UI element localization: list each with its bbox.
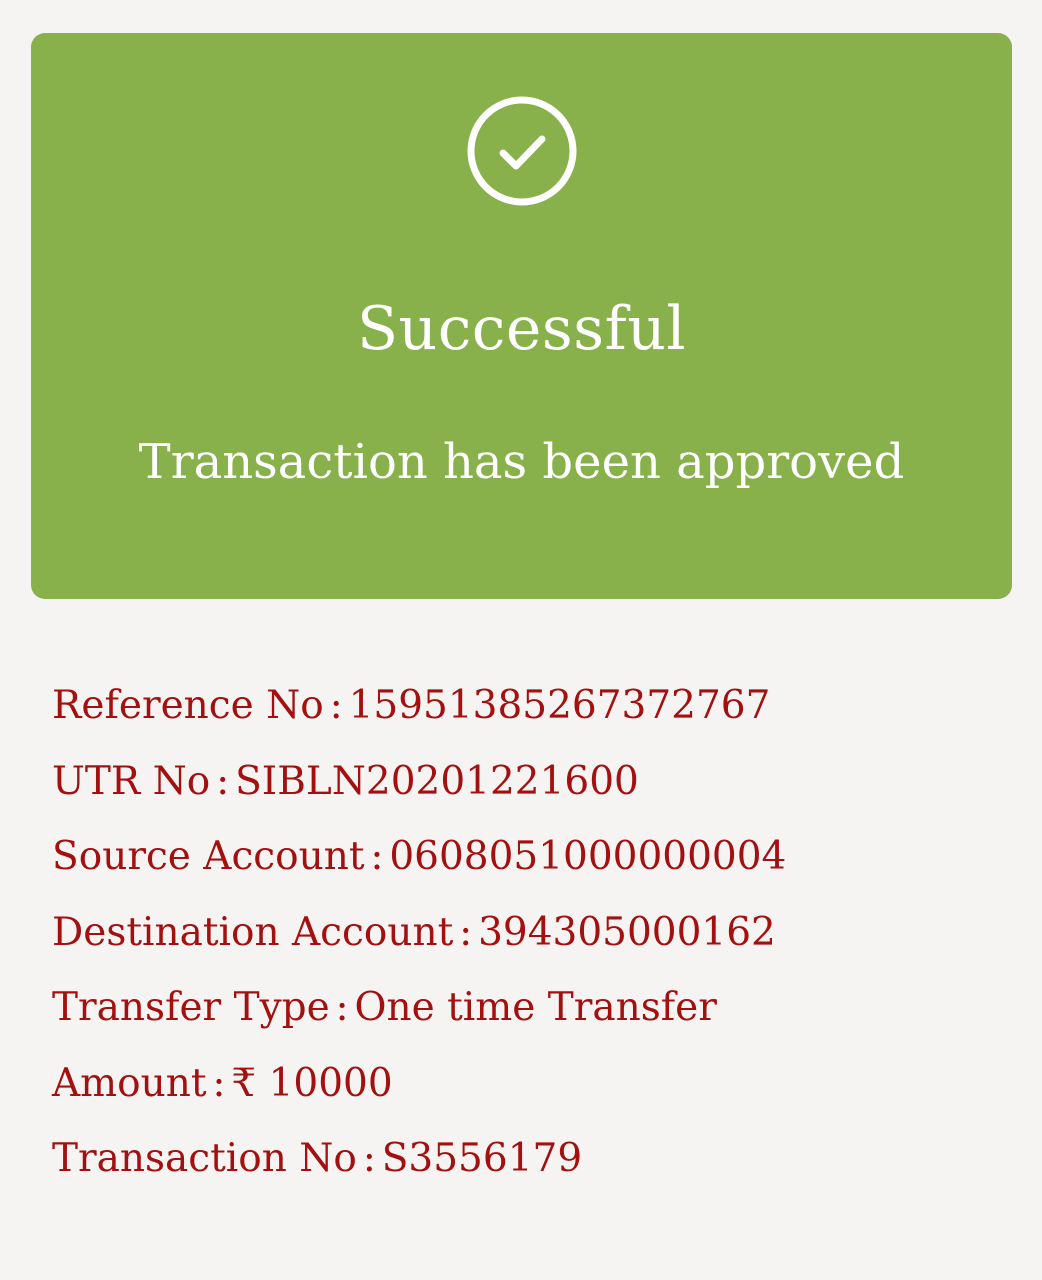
detail-row-destination-account: Destination Account:394305000162	[52, 895, 1012, 971]
detail-separator: :	[329, 683, 343, 728]
check-circle-icon	[467, 96, 577, 206]
detail-value: S3556179	[381, 1136, 583, 1181]
detail-row-transfer-type: Transfer Type: One time Transfer	[52, 970, 1012, 1046]
detail-label: UTR No	[52, 758, 211, 804]
status-message: Transaction has been approved	[138, 434, 905, 490]
detail-separator: :	[335, 985, 349, 1030]
detail-value: 0608051000000004	[389, 834, 787, 879]
detail-separator: :	[370, 834, 384, 879]
transaction-details: Reference No:15951385267372767 UTR No: SI…	[52, 668, 1012, 1197]
detail-row-transaction-no: Transaction No: S3556179	[52, 1121, 1012, 1197]
detail-separator: :	[216, 758, 230, 804]
detail-value: One time Transfer	[354, 985, 717, 1030]
detail-label: Transaction No	[52, 1136, 357, 1181]
detail-label: Transfer Type	[52, 985, 330, 1030]
success-banner: Successful Transaction has been approved	[31, 33, 1012, 599]
detail-row-reference-no: Reference No:15951385267372767	[52, 668, 1012, 744]
status-title: Successful	[356, 294, 687, 364]
detail-label: Destination Account	[52, 909, 454, 955]
detail-value: SIBLN20201221600	[235, 758, 639, 804]
detail-separator: :	[362, 1136, 376, 1181]
detail-value: ₹ 10000	[231, 1060, 393, 1106]
detail-label: Amount	[52, 1060, 207, 1106]
detail-value: 15951385267372767	[348, 683, 771, 728]
detail-value: 394305000162	[478, 909, 776, 955]
detail-row-source-account: Source Account:0608051000000004	[52, 819, 1012, 895]
detail-label: Source Account	[52, 834, 365, 879]
detail-row-amount: Amount: ₹ 10000	[52, 1046, 1012, 1122]
detail-row-utr-no: UTR No: SIBLN20201221600	[52, 744, 1012, 820]
detail-label: Reference No	[52, 683, 324, 728]
detail-separator: :	[212, 1060, 226, 1106]
detail-separator: :	[459, 909, 473, 955]
